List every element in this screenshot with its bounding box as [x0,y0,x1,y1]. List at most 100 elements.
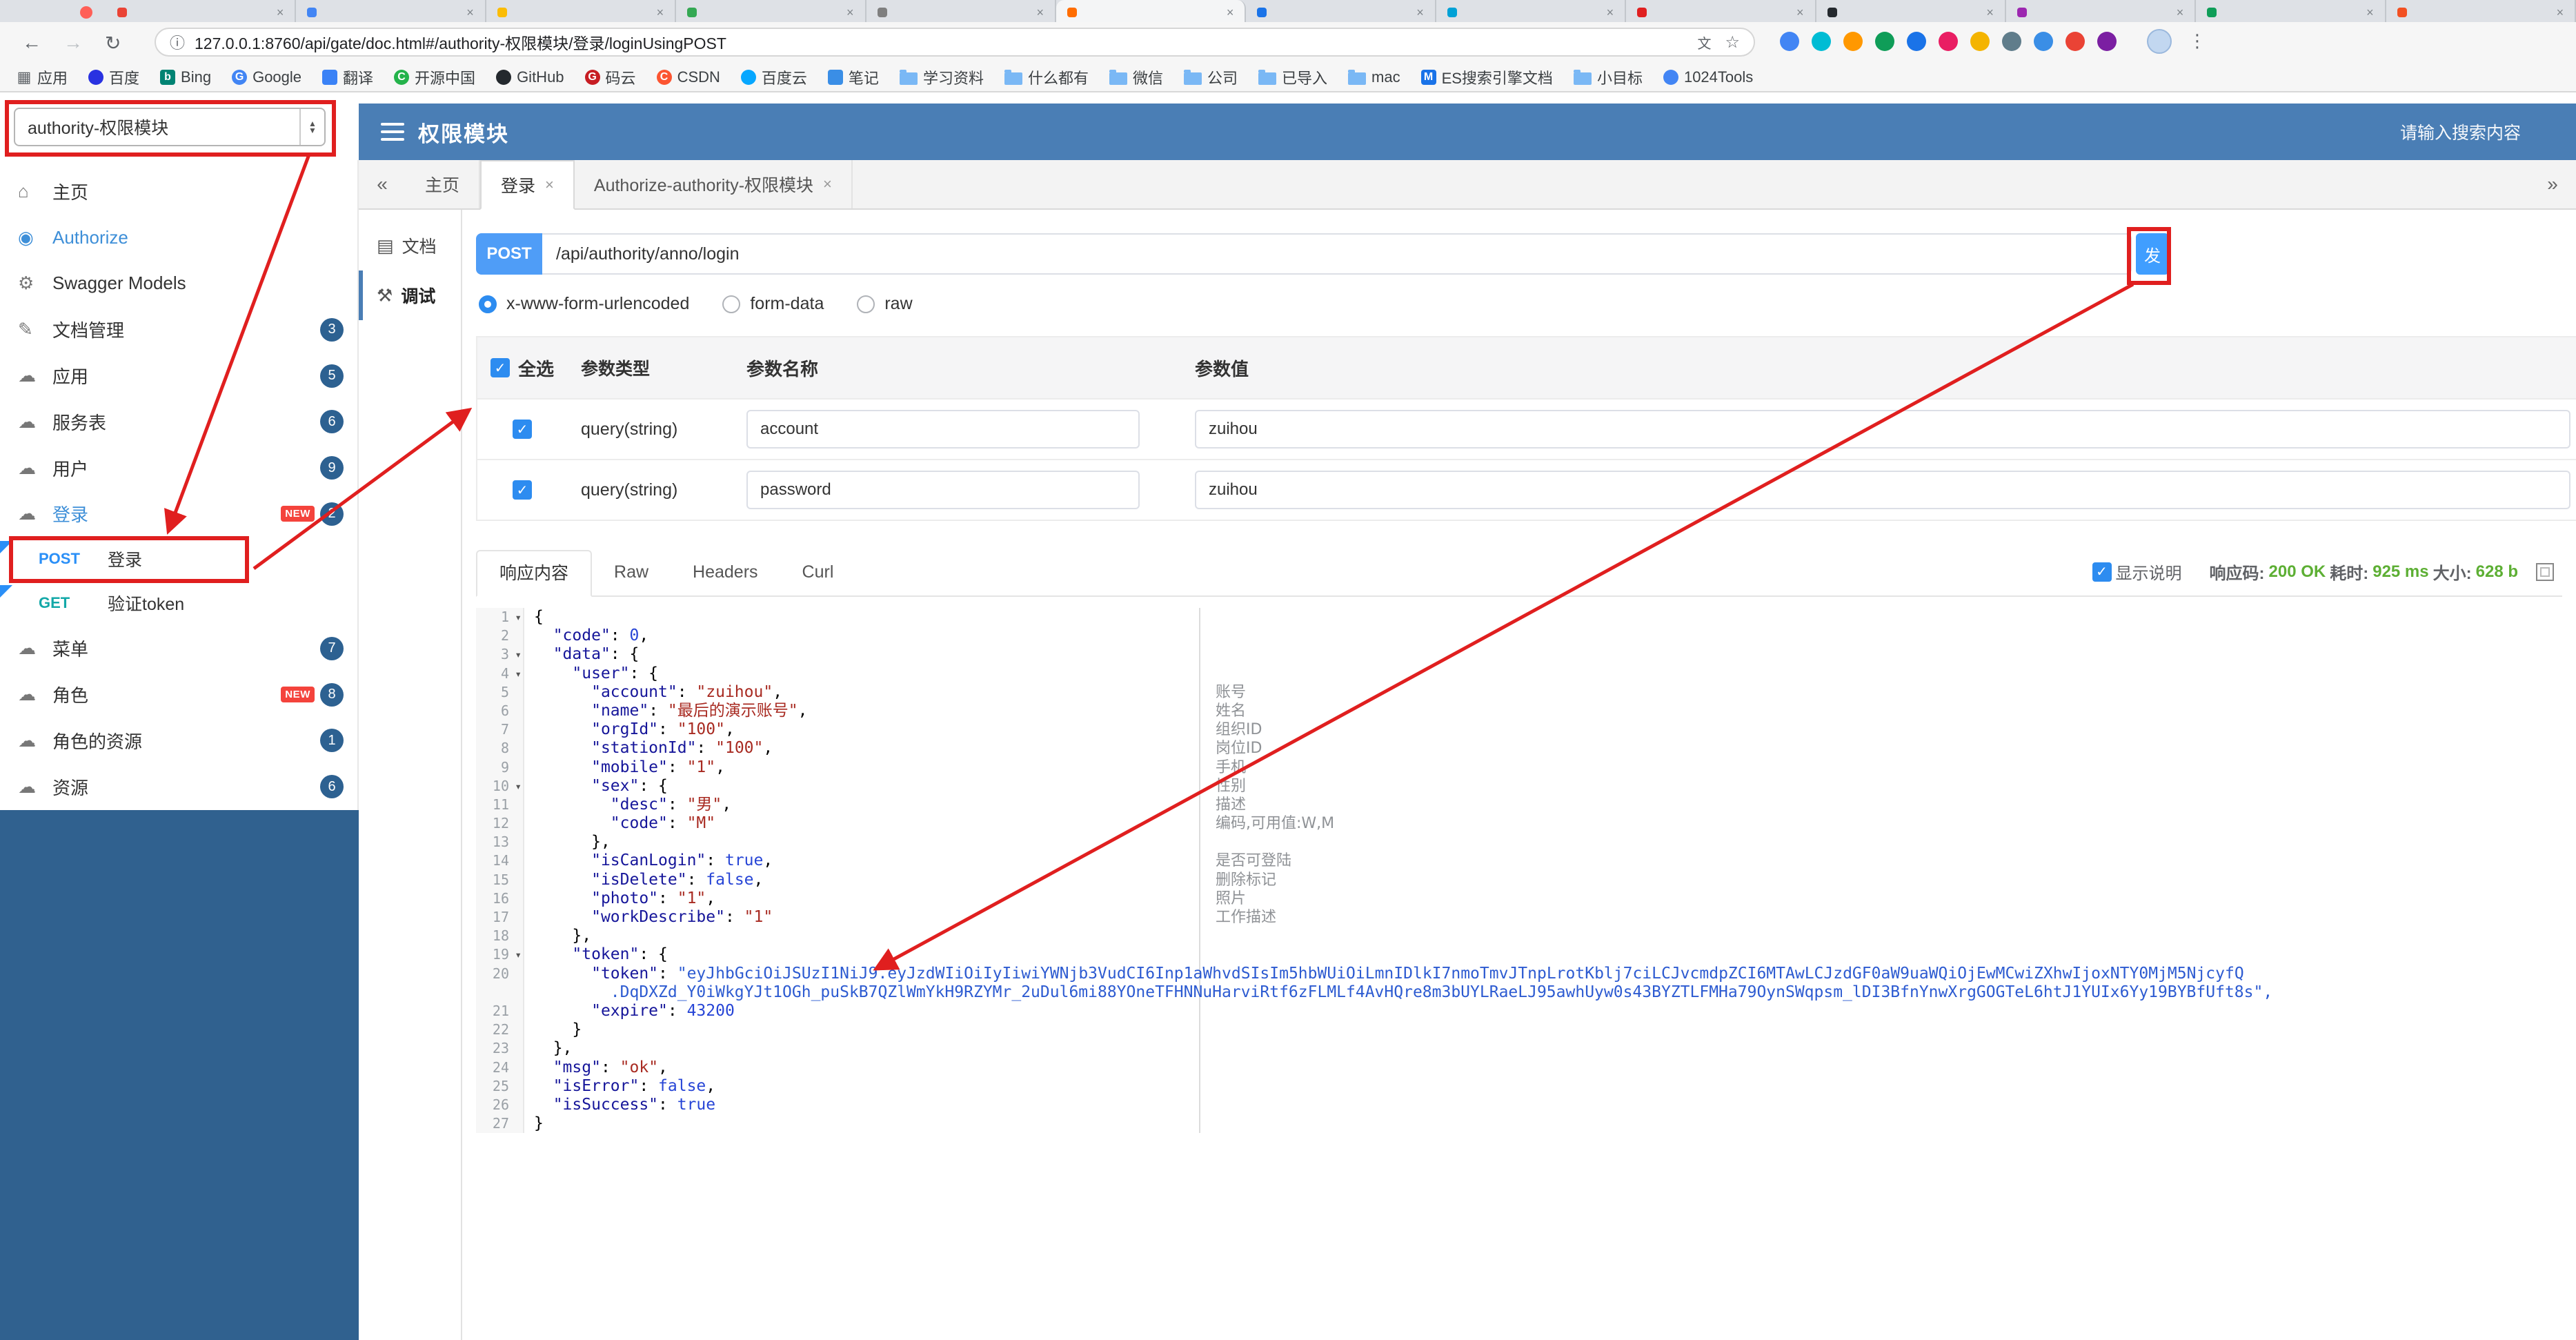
tab-close-icon[interactable]: × [545,176,554,194]
tab-close-icon[interactable]: × [466,6,474,19]
fold-icon[interactable]: ▾ [515,777,522,796]
param-value-input[interactable]: zuihou [1195,410,2570,449]
bookmark-star-icon[interactable]: ☆ [1725,32,1740,52]
sidebar-item[interactable]: ⌂ 主页 [0,168,357,215]
extension-icon[interactable] [1812,32,1831,51]
bookmark-item[interactable]: 微信 [1109,66,1163,88]
response-tab[interactable]: 响应内容 [476,550,593,597]
content-type-radio[interactable]: raw [857,294,913,314]
sidebar-api-item-get[interactable]: GET 验证token [0,581,357,625]
fold-icon[interactable]: ▾ [515,664,522,683]
bookmark-item[interactable]: 翻译 [322,66,373,88]
browser-tab[interactable]: × [866,0,1056,22]
tab-close-icon[interactable]: × [2557,6,2564,19]
response-tab[interactable]: Headers [671,550,780,595]
sidebar-item[interactable]: ☁ 应用 5 [0,353,357,399]
address-bar[interactable]: ⓘ 127.0.0.1:8760/api/gate/doc.html#/auth… [155,28,1755,57]
fold-icon[interactable]: ▾ [515,608,522,627]
browser-menu-icon[interactable]: ⋮ [2188,30,2206,52]
browser-tab[interactable]: × [676,0,866,22]
nav-item-doc[interactable]: ▤ 文档 [359,221,461,270]
tab-close-icon[interactable]: × [1416,6,1424,19]
request-url-input[interactable]: /api/authority/anno/login [542,233,2132,275]
show-description-checkbox[interactable]: ✓ [2092,562,2112,582]
tab-close-icon[interactable]: × [846,6,854,19]
content-type-radio[interactable]: x-www-form-urlencoded [479,294,689,314]
forward-icon[interactable]: → [63,32,83,54]
browser-tab[interactable]: × [106,0,297,22]
tab-close-icon[interactable]: × [2366,6,2374,19]
browser-tab[interactable]: × [1626,0,1816,22]
fullscreen-icon[interactable] [2536,562,2554,581]
bookmark-item[interactable]: 百度 [88,66,139,88]
tab-close-icon[interactable]: × [1227,6,1234,19]
send-button[interactable]: 发 [2136,233,2169,275]
param-name-input[interactable]: password [746,471,1140,509]
response-tab[interactable]: Raw [592,550,671,595]
collapse-tabs-icon[interactable]: « [359,160,406,208]
bookmark-item[interactable]: mac [1348,68,1400,86]
browser-tab[interactable]: × [296,0,486,22]
bookmark-item[interactable]: 百度云 [740,66,807,88]
expand-tabs-icon[interactable]: » [2529,160,2576,208]
extension-icon[interactable] [2002,32,2021,51]
fold-icon[interactable]: ▾ [515,945,522,964]
tab-close-icon[interactable]: × [657,6,664,19]
tab-close-icon[interactable]: × [277,6,284,19]
document-tab[interactable]: 登录 × [480,160,575,210]
sidebar-item[interactable]: ☁ 角色的资源 1 [0,718,357,764]
sidebar-item[interactable]: ✎ 文档管理 3 [0,306,357,353]
select-all-checkbox[interactable]: ✓ [490,358,510,377]
browser-tab[interactable]: × [486,0,677,22]
sidebar-item[interactable]: ◉ Authorize [0,215,357,261]
param-checkbox[interactable]: ✓ [513,480,532,500]
sidebar-api-item-post[interactable]: POST 登录 [0,537,357,581]
sidebar-item[interactable]: ☁ 登录 NEW 2 [0,491,357,538]
param-checkbox[interactable]: ✓ [513,420,532,439]
bookmark-item[interactable]: 学习资料 [899,66,984,88]
browser-tab[interactable]: × [2386,0,2576,22]
tab-close-icon[interactable]: × [1607,6,1614,19]
bookmark-item[interactable]: G 码云 [584,66,636,88]
response-tab[interactable]: Curl [780,550,856,595]
extension-icon[interactable] [1780,32,1799,51]
extension-icon[interactable] [1939,32,1958,51]
bookmark-item[interactable]: C 开源中国 [394,66,475,88]
sidebar-item[interactable]: ☁ 服务表 6 [0,399,357,445]
header-search-input[interactable]: 请输入搜索内容 [2400,119,2554,144]
nav-item-debug[interactable]: ⚒ 调试 [359,270,461,320]
bookmark-item[interactable]: b Bing [160,68,211,86]
tab-close-icon[interactable]: × [1036,6,1044,19]
browser-tab[interactable]: × [2006,0,2197,22]
extension-icon[interactable] [1970,32,1990,51]
extension-icon[interactable] [2034,32,2053,51]
sidebar-item[interactable]: ☁ 用户 9 [0,445,357,491]
param-name-input[interactable]: account [746,410,1140,449]
extension-icon[interactable] [1907,32,1926,51]
bookmark-item[interactable]: ▦ 应用 [17,66,68,88]
param-value-input[interactable]: zuihou [1195,471,2570,509]
site-info-icon[interactable]: ⓘ [170,31,185,53]
reload-icon[interactable]: ↻ [105,32,121,55]
tab-close-icon[interactable]: × [823,175,832,193]
sidebar-item[interactable]: ☁ 菜单 7 [0,625,357,671]
browser-tab[interactable]: × [1056,0,1247,22]
sidebar-item[interactable]: ☁ 角色 NEW 8 [0,671,357,718]
bookmark-item[interactable]: C CSDN [656,68,720,86]
browser-tab[interactable]: × [1246,0,1436,22]
window-close-button[interactable] [80,6,92,19]
tab-close-icon[interactable]: × [1986,6,1994,19]
tab-close-icon[interactable]: × [2177,6,2184,19]
browser-tab[interactable]: × [2196,0,2386,22]
bookmark-item[interactable]: G Google [232,68,301,86]
translate-icon[interactable]: 文 [1697,32,1711,52]
extension-icon[interactable] [2065,32,2085,51]
bookmark-item[interactable]: 公司 [1183,66,1238,88]
bookmark-item[interactable]: 小目标 [1573,66,1643,88]
extension-icon[interactable] [1843,32,1863,51]
document-tab[interactable]: 主页 [406,160,481,208]
bookmark-item[interactable]: 1024Tools [1663,68,1753,86]
bookmark-item[interactable]: GitHub [496,68,564,86]
document-tab[interactable]: Authorize-authority-权限模块 × [575,160,853,208]
fold-icon[interactable]: ▾ [515,645,522,664]
